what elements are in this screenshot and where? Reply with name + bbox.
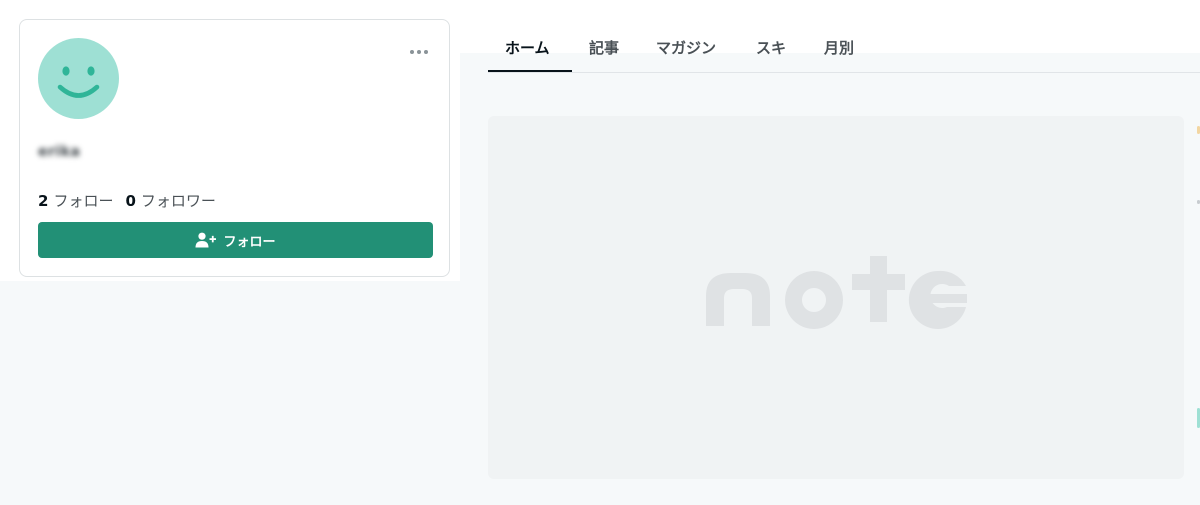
smiley-face-icon bbox=[57, 66, 100, 98]
profile-card: erika 2 フォロー 0 フォロワー フォロー bbox=[19, 19, 450, 277]
follow-stats: 2 フォロー 0 フォロワー bbox=[38, 190, 216, 211]
tab-likes[interactable]: スキ bbox=[756, 37, 786, 58]
content-placeholder: note bbox=[488, 116, 1184, 479]
avatar[interactable] bbox=[38, 38, 119, 119]
creator-name[interactable]: erika bbox=[38, 144, 80, 160]
tab-home[interactable]: ホーム bbox=[505, 37, 550, 58]
more-dot-icon bbox=[424, 50, 428, 54]
add-user-icon bbox=[195, 232, 217, 248]
tab-monthly[interactable]: 月別 bbox=[824, 37, 854, 58]
tab-articles[interactable]: 記事 bbox=[589, 37, 619, 58]
more-options-button[interactable] bbox=[406, 44, 432, 60]
following-label: フォロー bbox=[53, 192, 114, 210]
active-tab-indicator bbox=[488, 70, 572, 72]
follow-button[interactable]: フォロー bbox=[38, 222, 433, 258]
more-dot-icon bbox=[410, 50, 414, 54]
followers-link[interactable]: 0 フォロワー bbox=[125, 190, 215, 211]
follow-button-label: フォロー bbox=[223, 234, 276, 250]
more-dot-icon bbox=[417, 50, 421, 54]
following-link[interactable]: 2 フォロー bbox=[38, 190, 113, 211]
following-count: 2 bbox=[38, 192, 49, 210]
profile-tabs: ホーム 記事 マガジン スキ 月別 bbox=[488, 20, 1200, 73]
followers-label: フォロワー bbox=[140, 192, 216, 210]
note-logo: note bbox=[706, 256, 967, 329]
tab-magazines[interactable]: マガジン bbox=[656, 37, 716, 58]
followers-count: 0 bbox=[125, 192, 136, 210]
